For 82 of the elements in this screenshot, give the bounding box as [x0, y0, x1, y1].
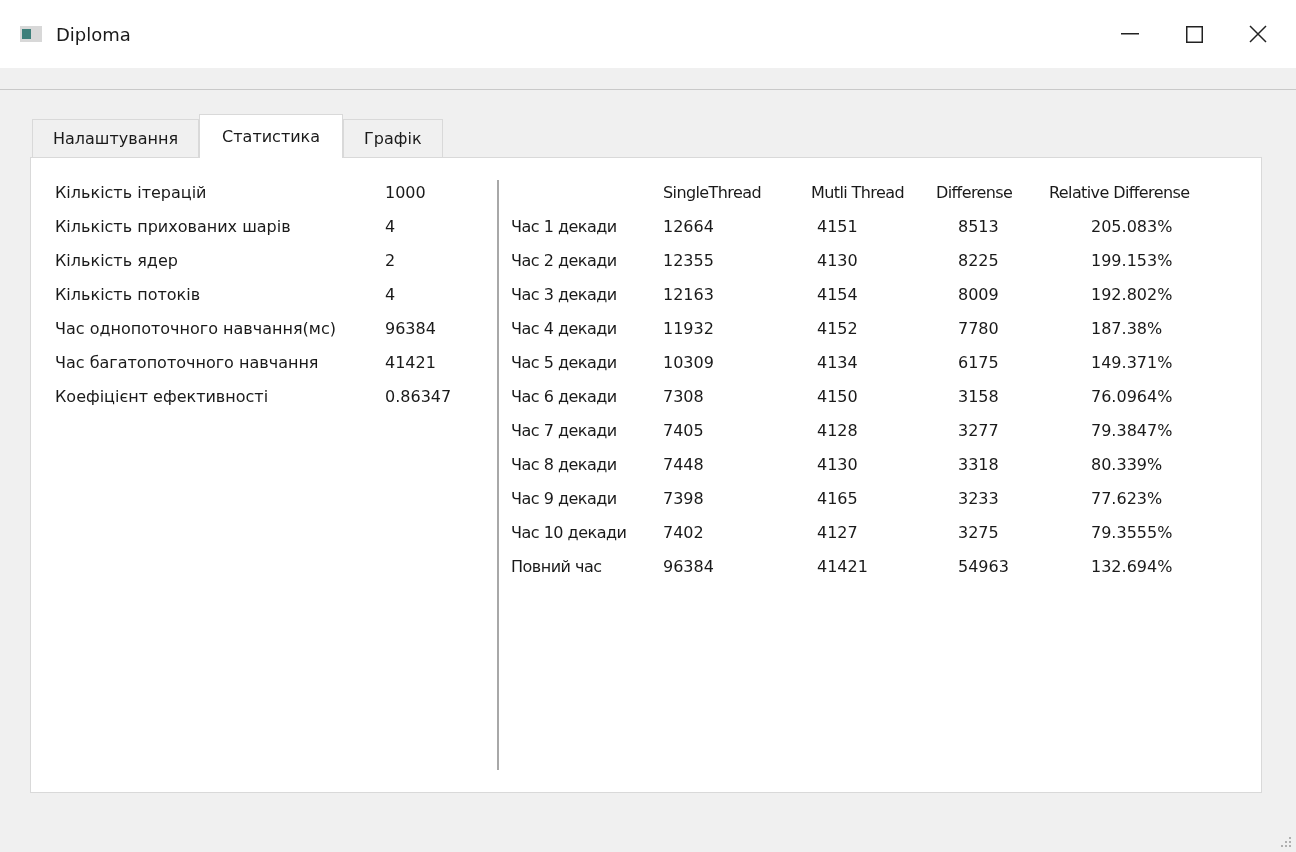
table-cell: 4154	[817, 285, 858, 304]
stat-value: 0.86347	[385, 386, 452, 408]
row-label: Час 2 декади	[511, 250, 618, 272]
table-cell: 4127	[817, 523, 858, 542]
table-cell: 4130	[817, 251, 858, 270]
table-cell: 4152	[817, 319, 858, 338]
table-cell: 4165	[817, 489, 858, 508]
table-cell: 205.083%	[1091, 217, 1173, 236]
maximize-icon	[1185, 25, 1203, 43]
table-cell: 7405	[663, 421, 704, 440]
stat-value: 4	[385, 284, 396, 306]
table-cell: 132.694%	[1091, 557, 1173, 576]
table-cell: 12355	[663, 251, 714, 270]
column-header: Relative Differense	[1049, 182, 1191, 204]
table-cell: 4128	[817, 421, 858, 440]
stat-value: 4	[385, 216, 396, 238]
table-cell: 76.0964%	[1091, 387, 1173, 406]
row-label: Час 1 декади	[511, 216, 618, 238]
table-cell: 149.371%	[1091, 353, 1173, 372]
stat-label: Кількість ядер	[55, 250, 179, 272]
table-cell: 6175	[958, 353, 999, 372]
table-cell: 7448	[663, 455, 704, 474]
resize-grip-icon	[1280, 836, 1292, 848]
row-label: Час 4 декади	[511, 318, 618, 340]
table-cell: 4150	[817, 387, 858, 406]
stat-value: 96384	[385, 318, 436, 340]
table-cell: 3275	[958, 523, 999, 542]
column-header: Mutli Thread	[811, 182, 905, 204]
row-label: Час 5 декади	[511, 352, 618, 374]
table-cell: 7308	[663, 387, 704, 406]
table-cell: 8009	[958, 285, 999, 304]
column-header: SingleThread	[663, 182, 762, 204]
app-icon	[20, 26, 42, 42]
table-cell: 80.339%	[1091, 455, 1163, 474]
table-cell: 192.802%	[1091, 285, 1173, 304]
row-label: Час 3 декади	[511, 284, 618, 306]
stat-value: 2	[385, 250, 396, 272]
table-cell: 11932	[663, 319, 714, 338]
table-cell: 96384	[663, 557, 714, 576]
table-cell: 8513	[958, 217, 999, 236]
window-title: Diploma	[56, 22, 131, 47]
row-label: Час 6 декади	[511, 386, 618, 408]
stat-label: Коефіцієнт ефективності	[55, 386, 270, 408]
table-cell: 4134	[817, 353, 858, 372]
table-cell: 54963	[958, 557, 1009, 576]
table-cell: 199.153%	[1091, 251, 1173, 270]
tab[interactable]: Налаштування	[32, 119, 200, 157]
table-cell: 4130	[817, 455, 858, 474]
close-icon	[1249, 25, 1267, 43]
minimize-icon	[1121, 33, 1139, 35]
table-cell: 12664	[663, 217, 714, 236]
row-label: Час 8 декади	[511, 454, 618, 476]
tab[interactable]: Графік	[343, 119, 443, 157]
row-label: Час 10 декади	[511, 522, 628, 544]
stat-value: 41421	[385, 352, 436, 374]
table-cell: 3277	[958, 421, 999, 440]
table-cell: 3158	[958, 387, 999, 406]
tab[interactable]: Статистика	[199, 114, 344, 158]
table-cell: 79.3847%	[1091, 421, 1173, 440]
stat-label: Кількість ітерацій	[55, 182, 208, 204]
table-cell: 8225	[958, 251, 999, 270]
stat-label: Час однопоточного навчання(мс)	[55, 318, 337, 340]
row-label: Повний час	[511, 556, 603, 578]
table-cell: 12163	[663, 285, 714, 304]
table-cell: 187.38%	[1091, 319, 1163, 338]
table-cell: 7398	[663, 489, 704, 508]
stat-label: Кількість прихованих шарів	[55, 216, 292, 238]
table-cell: 3233	[958, 489, 999, 508]
table-cell: 4151	[817, 217, 858, 236]
table-cell: 79.3555%	[1091, 523, 1173, 542]
column-header: Differense	[936, 182, 1014, 204]
stat-value: 1000	[385, 182, 426, 204]
table-cell: 7402	[663, 523, 704, 542]
stat-label: Кількість потоків	[55, 284, 202, 306]
stat-label: Час багатопоточного навчання	[55, 352, 320, 374]
row-label: Час 9 декади	[511, 488, 618, 510]
row-label: Час 7 декади	[511, 420, 618, 442]
table-cell: 3318	[958, 455, 999, 474]
table-cell: 7780	[958, 319, 999, 338]
table-cell: 10309	[663, 353, 714, 372]
table-cell: 77.623%	[1091, 489, 1163, 508]
table-cell: 41421	[817, 557, 868, 576]
